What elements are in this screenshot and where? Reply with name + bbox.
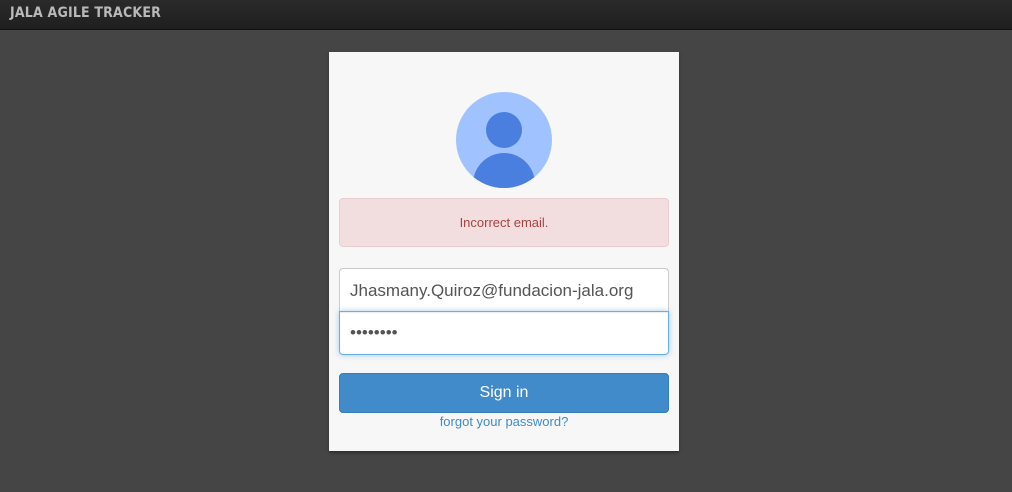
app-title[interactable]: JALA AGILE TRACKER xyxy=(10,5,161,21)
sign-in-button[interactable]: Sign in xyxy=(339,373,669,413)
error-message: Incorrect email. xyxy=(459,215,549,230)
error-alert: Incorrect email. xyxy=(339,198,669,247)
user-avatar-icon xyxy=(456,92,552,188)
login-card: Incorrect email. Sign in forgot your pas… xyxy=(329,52,679,451)
forgot-password-link[interactable]: forgot your password? xyxy=(329,414,679,429)
avatar-body xyxy=(473,153,535,188)
password-field[interactable] xyxy=(339,311,669,355)
avatar-head xyxy=(486,112,522,148)
email-field[interactable] xyxy=(339,268,669,312)
top-navbar: JALA AGILE TRACKER xyxy=(0,0,1012,30)
